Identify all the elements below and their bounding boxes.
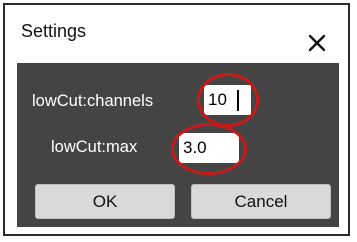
ok-button[interactable]: OK bbox=[35, 184, 175, 219]
cancel-button[interactable]: Cancel bbox=[191, 184, 331, 219]
close-icon bbox=[308, 34, 326, 52]
title-bar: Settings bbox=[5, 5, 348, 57]
settings-dialog: Settings lowCut:channels lowCut:max OK C… bbox=[3, 3, 350, 236]
dialog-content: lowCut:channels lowCut:max OK Cancel bbox=[17, 63, 339, 227]
channels-label: lowCut:channels bbox=[32, 92, 154, 110]
max-input[interactable] bbox=[179, 133, 239, 163]
text-caret bbox=[237, 90, 239, 111]
close-button[interactable] bbox=[305, 31, 329, 55]
channels-input[interactable] bbox=[204, 85, 251, 115]
max-label: lowCut:max bbox=[51, 138, 138, 156]
dialog-title: Settings bbox=[21, 21, 87, 41]
